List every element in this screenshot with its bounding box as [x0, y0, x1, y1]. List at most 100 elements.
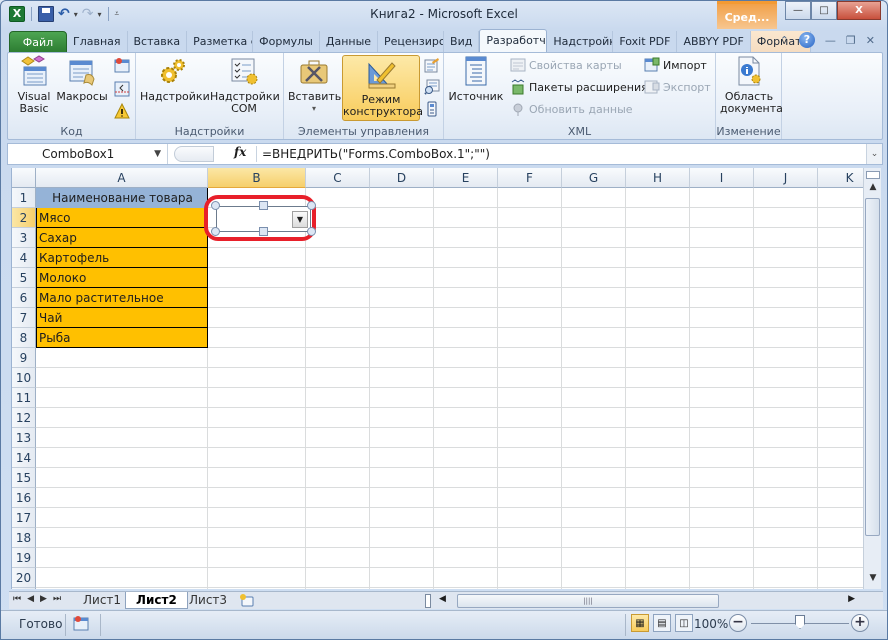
tab-addins[interactable]: Надстройк	[547, 31, 614, 53]
horizontal-scrollbar[interactable]: ◀ |||| ▶	[425, 594, 869, 608]
resize-handle[interactable]	[259, 227, 268, 236]
collapse-ribbon-icon[interactable]: ⌃	[780, 34, 789, 47]
row-header-15[interactable]: 15	[12, 468, 36, 488]
resize-handle[interactable]	[211, 227, 220, 236]
row-header-19[interactable]: 19	[12, 548, 36, 568]
row-header-1[interactable]: 1	[12, 188, 36, 208]
xml-source-button[interactable]: Источник	[446, 55, 506, 103]
row-header-21[interactable]: 21	[12, 588, 36, 589]
scroll-down-icon[interactable]: ▼	[864, 573, 882, 587]
zoom-in-icon[interactable]: +	[851, 614, 869, 632]
cell-a1-header[interactable]: Наименование товара	[36, 188, 208, 208]
column-header-j[interactable]: J	[754, 168, 818, 188]
name-box[interactable]: ComboBox1 ▼	[8, 144, 168, 164]
vertical-scroll-thumb[interactable]	[865, 198, 880, 536]
insert-control-button[interactable]: Вставить ▾	[288, 55, 341, 115]
name-box-dropdown-icon[interactable]: ▼	[154, 144, 161, 164]
row-header-12[interactable]: 12	[12, 408, 36, 428]
prev-sheet-icon[interactable]: ◀	[27, 594, 34, 604]
next-sheet-icon[interactable]: ▶	[40, 594, 47, 604]
scroll-up-icon[interactable]: ▲	[864, 182, 882, 196]
addins-button[interactable]: Надстройки	[140, 55, 210, 103]
visual-basic-button[interactable]: Visual Basic	[14, 55, 54, 115]
worksheet-grid[interactable]: ABCDEFGHIJK 1 2 3 4 5 6 7 8 9 10 11 12 13 14 15 16 17 18 1…	[11, 168, 863, 589]
horizontal-split-box[interactable]	[425, 594, 431, 608]
view-code-icon[interactable]	[424, 79, 440, 95]
macro-security-warning-icon[interactable]	[114, 103, 130, 119]
row-header-10[interactable]: 10	[12, 368, 36, 388]
document-panel-button[interactable]: Область документа	[720, 55, 783, 115]
row-header-8[interactable]: 8	[12, 328, 36, 348]
row-header-4[interactable]: 4	[12, 248, 36, 268]
column-header-d[interactable]: D	[370, 168, 434, 188]
tab-review[interactable]: Рецензирс	[378, 31, 445, 53]
cell-a8[interactable]: Рыба	[36, 328, 208, 348]
horizontal-scroll-thumb[interactable]: ||||	[457, 594, 719, 608]
minimize-button[interactable]: —	[785, 1, 811, 20]
tab-developer[interactable]: Разработч	[479, 29, 548, 53]
column-header-k[interactable]: K	[818, 168, 863, 188]
sheet-tab-3[interactable]: Лист3	[179, 592, 237, 609]
row-header-20[interactable]: 20	[12, 568, 36, 588]
insert-function-icon[interactable]: fx	[234, 145, 246, 159]
expand-formula-bar-icon[interactable]: ⌄	[866, 144, 882, 164]
cell-a5[interactable]: Молоко	[36, 268, 208, 288]
first-sheet-icon[interactable]: ⏮	[13, 594, 21, 604]
maximize-button[interactable]: □	[811, 1, 837, 20]
combobox-dropdown-icon[interactable]: ▼	[292, 211, 308, 228]
sheet-tab-1[interactable]: Лист1	[73, 592, 131, 609]
row-header-5[interactable]: 5	[12, 268, 36, 288]
macros-button[interactable]: Макросы	[56, 55, 108, 103]
refresh-data-button[interactable]: Обновить данные	[510, 101, 633, 117]
column-header-b[interactable]: B	[208, 168, 306, 188]
tab-insert[interactable]: Вставка	[128, 31, 188, 53]
tab-home[interactable]: Главная	[67, 31, 128, 53]
expansion-packs-button[interactable]: Пакеты расширения	[510, 79, 648, 95]
column-header-f[interactable]: F	[498, 168, 562, 188]
column-header-a[interactable]: A	[36, 168, 208, 188]
tab-foxit-pdf[interactable]: Foxit PDF	[613, 31, 678, 53]
cell-a2[interactable]: Мясо	[36, 208, 208, 228]
tab-view[interactable]: Вид	[444, 31, 480, 53]
row-header-2[interactable]: 2	[12, 208, 36, 228]
resize-handle[interactable]	[307, 227, 316, 236]
cell-a6[interactable]: Мало растительное	[36, 288, 208, 308]
design-mode-button[interactable]: Режим конструктора	[342, 55, 423, 121]
row-header-7[interactable]: 7	[12, 308, 36, 328]
row-header-17[interactable]: 17	[12, 508, 36, 528]
properties-icon[interactable]	[424, 57, 440, 73]
workbook-restore-icon[interactable]: ❐	[846, 34, 856, 47]
normal-view-icon[interactable]: ▦	[631, 614, 649, 632]
close-button[interactable]: X	[837, 1, 881, 20]
record-macro-icon[interactable]	[114, 57, 130, 73]
map-properties-button[interactable]: Свойства карты	[510, 57, 622, 73]
vertical-scrollbar[interactable]: ▲ ▼	[863, 168, 881, 589]
last-sheet-icon[interactable]: ⏭	[53, 594, 61, 604]
row-header-3[interactable]: 3	[12, 228, 36, 248]
tab-file[interactable]: Файл	[9, 31, 67, 53]
insert-sheet-icon[interactable]	[239, 593, 255, 608]
relative-references-icon[interactable]	[114, 81, 130, 97]
record-macro-status-icon[interactable]	[73, 615, 89, 631]
tab-data[interactable]: Данные	[320, 31, 379, 53]
resize-handle[interactable]	[307, 201, 316, 210]
zoom-slider-thumb[interactable]	[795, 615, 805, 629]
row-header-6[interactable]: 6	[12, 288, 36, 308]
resize-handle[interactable]	[259, 201, 268, 210]
workbook-close-icon[interactable]: ✕	[866, 34, 875, 47]
xml-export-button[interactable]: Экспорт	[644, 79, 711, 95]
tab-page-layout[interactable]: Разметка с	[187, 31, 254, 53]
xml-import-button[interactable]: Импорт	[644, 57, 707, 73]
row-header-13[interactable]: 13	[12, 428, 36, 448]
com-addins-button[interactable]: Надстройки COM	[210, 55, 280, 115]
tab-formulas[interactable]: Формулы	[253, 31, 320, 53]
column-header-e[interactable]: E	[434, 168, 498, 188]
formula-bar-splitter[interactable]	[174, 146, 214, 162]
scroll-right-icon[interactable]: ▶	[848, 594, 855, 604]
zoom-out-icon[interactable]: −	[729, 614, 747, 632]
zoom-level[interactable]: 100%	[694, 617, 728, 631]
cell-a3[interactable]: Сахар	[36, 228, 208, 248]
page-break-view-icon[interactable]: ◫	[675, 614, 693, 632]
cell-a7[interactable]: Чай	[36, 308, 208, 328]
workbook-minimize-icon[interactable]: —	[825, 34, 836, 47]
